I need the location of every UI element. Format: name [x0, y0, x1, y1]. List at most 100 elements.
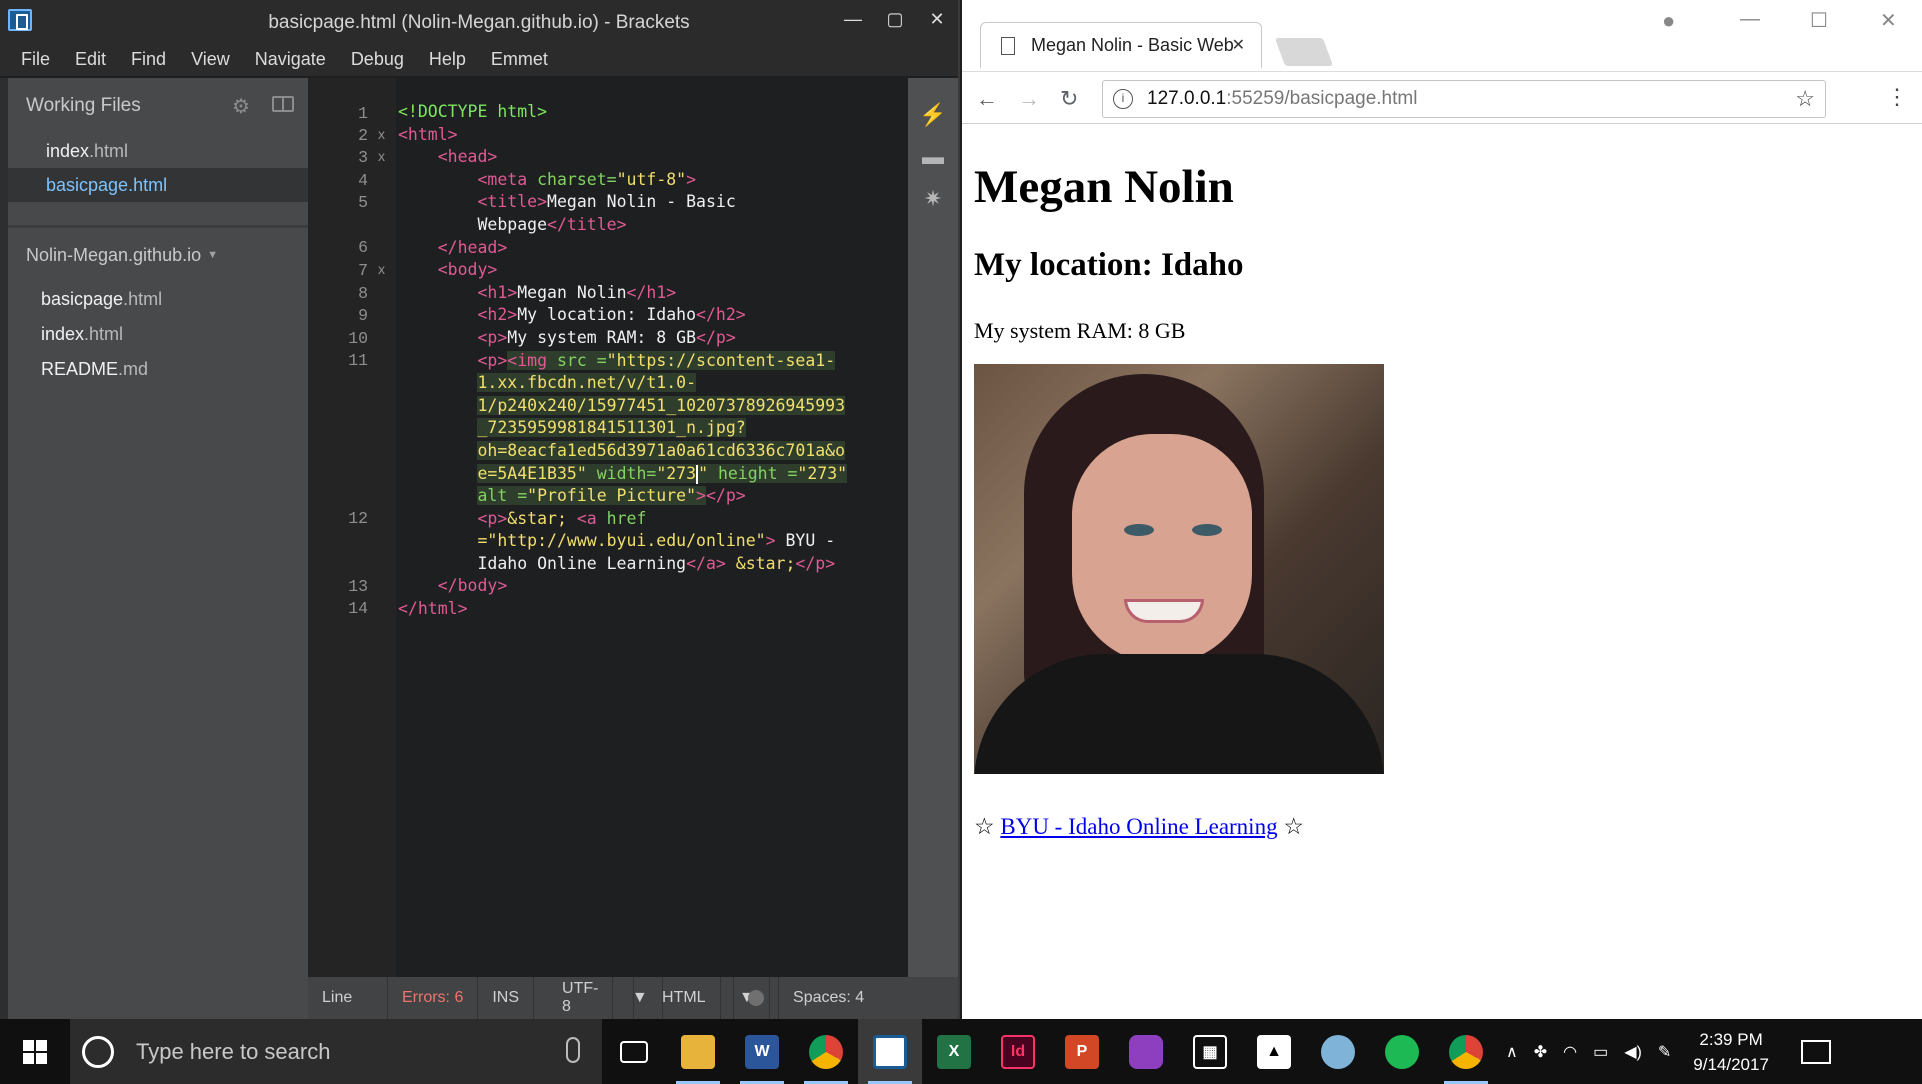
extension-manager-icon[interactable]: ▬: [916, 142, 950, 172]
minimize-button[interactable]: —: [832, 0, 874, 38]
close-tab-icon[interactable]: ✕: [1232, 35, 1245, 55]
browser-tab[interactable]: Megan Nolin - Basic Web ✕: [980, 22, 1262, 68]
photo-smile: [1124, 599, 1204, 623]
status-errors[interactable]: Errors: 6: [388, 977, 479, 1019]
taskbar-chrome[interactable]: [794, 1019, 858, 1084]
project-dropdown[interactable]: Nolin-Megan.github.io ▼: [8, 228, 308, 282]
file-ext: .md: [118, 359, 149, 379]
code-token: <h1>: [477, 282, 518, 302]
status-line[interactable]: Line: [308, 977, 388, 1019]
taskbar-spotify[interactable]: [1370, 1019, 1434, 1084]
project-file-readme[interactable]: README .md: [8, 352, 308, 387]
taskbar-paint[interactable]: [1306, 1019, 1370, 1084]
taskbar-photos[interactable]: ▲: [1242, 1019, 1306, 1084]
volume-icon[interactable]: ◀): [1616, 1042, 1650, 1062]
code-token: Idaho Online Learning: [477, 553, 687, 573]
menu-find[interactable]: Find: [118, 42, 178, 76]
taskbar-powerpoint[interactable]: P: [1050, 1019, 1114, 1084]
working-file-index[interactable]: index .html: [8, 134, 308, 168]
forward-icon[interactable]: →: [1018, 86, 1040, 112]
photo-face: [1072, 434, 1252, 664]
code-token: _7235959981841511301_n.jpg?: [477, 418, 746, 438]
status-spaces[interactable]: Spaces: 4: [779, 977, 878, 1019]
new-tab-button[interactable]: [1274, 38, 1334, 66]
taskbar: Type here to search W X Id P ▦ ▲ ∧ ✤ ◠ ▭…: [0, 1019, 1922, 1084]
menu-view[interactable]: View: [178, 42, 242, 76]
wifi-icon[interactable]: ◠: [1555, 1042, 1585, 1062]
bookmark-star-icon[interactable]: ☆: [1795, 86, 1815, 112]
status-linter[interactable]: [734, 977, 780, 1019]
menu-debug[interactable]: Debug: [338, 42, 416, 76]
maximize-button[interactable]: ☐: [1810, 8, 1828, 33]
battery-icon[interactable]: ▭: [1585, 1042, 1616, 1062]
code-token: 1.xx.fbcdn.net/v/t1.0-: [477, 373, 697, 393]
magic-wand-icon[interactable]: ✷: [916, 184, 950, 214]
clock[interactable]: 2:39 PM 9/14/2017: [1679, 1027, 1783, 1077]
photos-icon: ▲: [1257, 1034, 1291, 1069]
working-file-basicpage[interactable]: basicpage .html: [8, 168, 308, 202]
fold-icon[interactable]: x: [378, 261, 385, 277]
address-bar[interactable]: i 127.0.0.1:55259/basicpage.html ☆: [1102, 80, 1826, 118]
maximize-button[interactable]: ▢: [874, 0, 916, 38]
task-view-button[interactable]: [602, 1019, 666, 1084]
pen-icon[interactable]: ✎: [1650, 1042, 1679, 1062]
taskbar-excel[interactable]: X: [922, 1019, 986, 1084]
taskbar-chrome-2[interactable]: [1434, 1019, 1498, 1084]
menu-file[interactable]: File: [8, 42, 62, 76]
menu-edit[interactable]: Edit: [62, 42, 118, 76]
windows-logo-icon: [23, 1039, 47, 1064]
live-preview-icon[interactable]: ⚡: [916, 100, 950, 130]
action-center-icon[interactable]: [1800, 1039, 1831, 1064]
status-ins[interactable]: INS: [478, 977, 535, 1019]
project-file-index[interactable]: index .html: [8, 317, 308, 352]
taskbar-picsart[interactable]: [1114, 1019, 1178, 1084]
split-view-icon[interactable]: [272, 96, 294, 112]
start-button[interactable]: [0, 1019, 70, 1084]
photo-shirt: [974, 654, 1384, 774]
back-icon[interactable]: ←: [976, 86, 998, 112]
menu-navigate[interactable]: Navigate: [242, 42, 338, 76]
brackets-icon: [873, 1034, 907, 1069]
file-ext: .html: [89, 140, 129, 161]
code-editor[interactable]: <!DOCTYPE html> <html> <head> <meta char…: [396, 78, 908, 977]
indesign-icon: Id: [1001, 1034, 1035, 1069]
code-token: </a>: [686, 553, 726, 573]
page-heading: Megan Nolin: [974, 161, 1234, 213]
chevron-up-icon[interactable]: ∧: [1498, 1042, 1526, 1062]
taskbar-word[interactable]: W: [730, 1019, 794, 1084]
code-token: "Profile Picture": [527, 486, 697, 506]
line-number: 5: [358, 193, 368, 212]
menu-emmet[interactable]: Emmet: [478, 42, 560, 76]
microphone-icon[interactable]: [566, 1037, 580, 1063]
reload-icon[interactable]: ↻: [1060, 86, 1078, 112]
line-number: 1: [358, 104, 368, 123]
taskbar-indesign[interactable]: Id: [986, 1019, 1050, 1084]
dropbox-icon[interactable]: ✤: [1526, 1042, 1555, 1062]
status-language[interactable]: HTML ▼: [634, 977, 770, 1019]
chevron-down-icon: ▼: [207, 249, 218, 261]
chrome-icon: [809, 1034, 843, 1069]
status-encoding[interactable]: UTF-8 ▼: [534, 977, 663, 1019]
fold-icon[interactable]: x: [378, 148, 385, 164]
close-button[interactable]: ✕: [916, 0, 958, 38]
menu-help[interactable]: Help: [416, 42, 478, 76]
taskbar-calculator[interactable]: ▦: [1178, 1019, 1242, 1084]
byui-link[interactable]: BYU - Idaho Online Learning: [1000, 814, 1277, 839]
code-token: >: [696, 486, 706, 506]
project-file-basicpage[interactable]: basicpage .html: [8, 282, 308, 317]
task-view-icon: [620, 1040, 648, 1063]
gear-icon[interactable]: ⚙: [232, 94, 250, 119]
search-box[interactable]: Type here to search: [70, 1019, 602, 1084]
info-icon[interactable]: i: [1113, 89, 1133, 109]
minimize-button[interactable]: —: [1740, 8, 1760, 31]
page-subheading: My location: Idaho: [974, 247, 1244, 283]
taskbar-brackets[interactable]: [858, 1019, 922, 1084]
divider: [8, 202, 308, 228]
code-token: <img: [507, 350, 548, 370]
calculator-icon: ▦: [1193, 1034, 1227, 1069]
fold-icon[interactable]: x: [378, 126, 385, 142]
close-button[interactable]: ✕: [1880, 8, 1897, 33]
more-menu-icon[interactable]: ⋮: [1886, 84, 1908, 110]
taskbar-file-explorer[interactable]: [666, 1019, 730, 1084]
profile-icon[interactable]: ●: [1662, 8, 1675, 34]
